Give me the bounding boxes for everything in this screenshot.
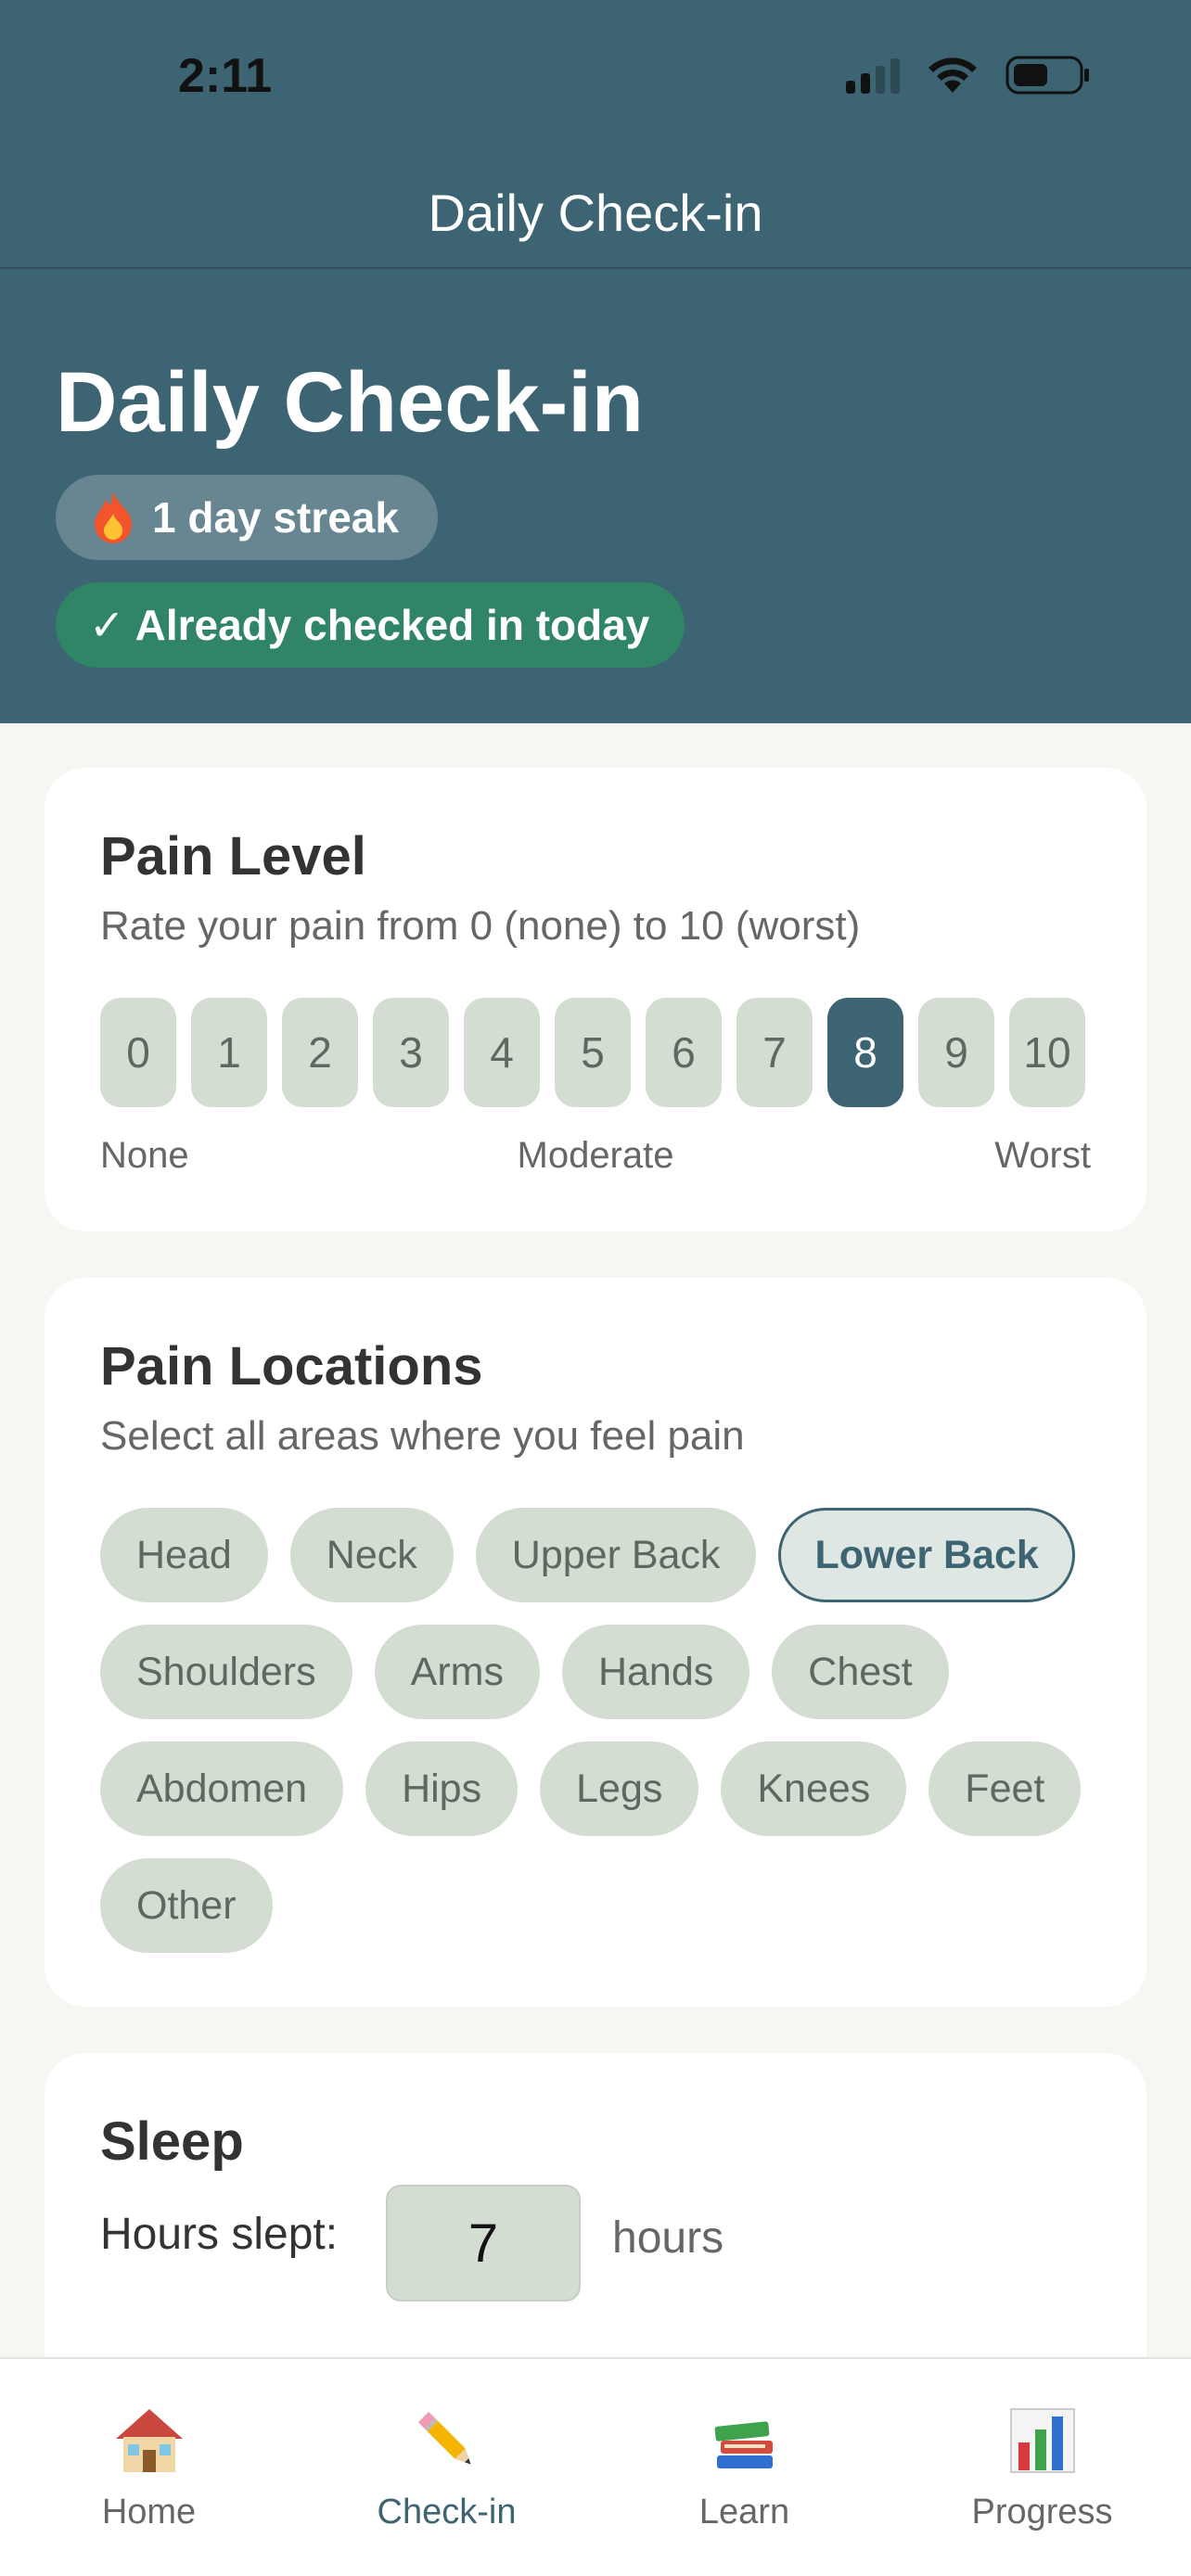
cellular-signal-icon — [846, 57, 900, 94]
pain-locations-subtitle: Select all areas where you feel pain — [100, 1413, 745, 1459]
pain-locations-card: Pain Locations Select all areas where yo… — [45, 1278, 1146, 2007]
books-icon — [714, 2421, 773, 2468]
pain-level-9-button[interactable]: 9 — [918, 998, 994, 1107]
streak-badge: 1 day streak — [56, 475, 438, 560]
location-chip-lower-back[interactable]: Lower Back — [778, 1508, 1075, 1602]
location-chip-chest[interactable]: Chest — [772, 1625, 949, 1719]
tab-label-home: Home — [101, 2493, 197, 2531]
wifi-icon — [926, 56, 980, 95]
status-bar: 2:11 — [0, 0, 1191, 158]
tab-progress[interactable]: Progress — [893, 2359, 1191, 2544]
location-chip-neck[interactable]: Neck — [289, 1508, 454, 1602]
nav-title: Daily Check-in — [428, 183, 763, 242]
pencil-icon — [417, 2411, 470, 2465]
pain-level-6-button[interactable]: 6 — [646, 998, 722, 1107]
tab-label-learn: Learn — [698, 2493, 790, 2531]
flame-icon — [95, 491, 132, 543]
streak-text: 1 day streak — [152, 493, 399, 542]
pain-level-3-button[interactable]: 3 — [373, 998, 449, 1107]
pain-level-card: Pain Level Rate your pain from 0 (none) … — [45, 768, 1146, 1231]
scale-label-worst: Worst — [994, 1135, 1091, 1176]
page-title: Daily Check-in — [56, 355, 644, 450]
hours-unit-label: hours — [612, 2213, 724, 2263]
bar-chart-icon — [1009, 2408, 1075, 2473]
checked-in-text: ✓ Already checked in today — [89, 601, 650, 649]
location-chip-hands[interactable]: Hands — [561, 1625, 750, 1719]
hours-slept-label: Hours slept: — [100, 2210, 339, 2259]
location-chips: Head Neck Upper Back Lower Back Shoulder… — [100, 1508, 1102, 1953]
location-chip-other[interactable]: Other — [100, 1858, 273, 1953]
location-chip-knees[interactable]: Knees — [721, 1741, 907, 1836]
check-in-screen: 2:11 Daily Check-in Daily Check-in 1 day… — [0, 0, 1191, 2576]
tab-check-in[interactable]: Check-in — [298, 2359, 596, 2544]
location-chip-upper-back[interactable]: Upper Back — [475, 1508, 757, 1602]
location-chip-arms[interactable]: Arms — [374, 1625, 540, 1719]
status-time: 2:11 — [178, 49, 273, 103]
pain-level-1-button[interactable]: 1 — [191, 998, 267, 1107]
location-chip-shoulders[interactable]: Shoulders — [100, 1625, 352, 1719]
pain-level-8-button[interactable]: 8 — [827, 998, 903, 1107]
tab-label-progress: Progress — [971, 2493, 1113, 2531]
location-chip-feet[interactable]: Feet — [928, 1741, 1082, 1836]
location-chip-abdomen[interactable]: Abdomen — [100, 1741, 344, 1836]
pain-scale-labels: None Moderate Worst — [100, 1135, 1091, 1181]
pain-level-10-button[interactable]: 10 — [1009, 998, 1085, 1107]
navigation-bar: Daily Check-in — [0, 158, 1191, 269]
pain-level-title: Pain Level — [100, 826, 366, 886]
hours-slept-input[interactable] — [386, 2185, 581, 2302]
location-chip-head[interactable]: Head — [100, 1508, 268, 1602]
location-chip-hips[interactable]: Hips — [365, 1741, 519, 1836]
pain-locations-title: Pain Locations — [100, 1336, 483, 1396]
check-in-header: Daily Check-in 1 day streak ✓ Already ch… — [0, 269, 1191, 723]
tab-bar: Home Check-in Learn Progress — [0, 2357, 1191, 2576]
tab-learn[interactable]: Learn — [596, 2359, 893, 2544]
battery-icon — [1005, 56, 1091, 95]
pain-level-2-button[interactable]: 2 — [282, 998, 358, 1107]
tab-home[interactable]: Home — [0, 2359, 298, 2544]
pain-level-subtitle: Rate your pain from 0 (none) to 10 (wors… — [100, 903, 861, 949]
pain-level-5-button[interactable]: 5 — [555, 998, 631, 1107]
scale-label-moderate: Moderate — [517, 1135, 674, 1176]
pain-level-0-button[interactable]: 0 — [100, 998, 176, 1107]
pain-level-4-button[interactable]: 4 — [464, 998, 540, 1107]
pain-level-7-button[interactable]: 7 — [736, 998, 813, 1107]
tab-label-check-in: Check-in — [377, 2493, 517, 2531]
checked-in-badge: ✓ Already checked in today — [56, 582, 685, 668]
status-icons — [846, 56, 1091, 95]
pain-scale: 0 1 2 3 4 5 6 7 8 9 10 — [100, 998, 1085, 1107]
sleep-title: Sleep — [100, 2111, 244, 2172]
house-icon — [115, 2409, 183, 2472]
location-chip-legs[interactable]: Legs — [540, 1741, 699, 1836]
